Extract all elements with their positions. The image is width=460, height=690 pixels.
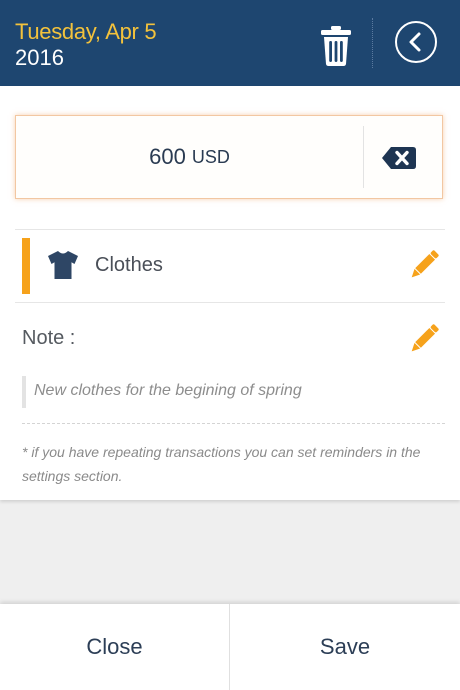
amount-value: 600 <box>149 144 186 169</box>
shirt-icon <box>46 249 80 281</box>
date-year: 2016 <box>15 45 64 70</box>
divider <box>15 302 445 303</box>
backspace-icon <box>382 147 416 169</box>
back-button[interactable] <box>395 21 437 63</box>
pencil-icon <box>411 324 439 352</box>
divider <box>15 229 445 230</box>
header-divider <box>372 18 373 68</box>
trash-icon <box>321 26 351 66</box>
header-bar: Tuesday, Apr 5 2016 <box>0 0 460 86</box>
amount-display: 600 USD <box>16 116 363 198</box>
note-text: New clothes for the begining of spring <box>34 382 302 399</box>
delete-button[interactable] <box>316 22 356 68</box>
category-color-bar <box>22 238 30 294</box>
edit-note-button[interactable] <box>406 323 440 357</box>
amount-divider <box>363 126 364 188</box>
reminder-hint: * if you have repeating transactions you… <box>22 444 421 484</box>
category-label: Clothes <box>95 254 163 276</box>
footer-bar: Close Save <box>0 604 460 690</box>
chevron-left-icon <box>409 32 421 52</box>
edit-category-button[interactable] <box>406 249 440 283</box>
save-button[interactable]: Save <box>230 604 460 690</box>
pencil-icon <box>411 250 439 278</box>
dashed-divider <box>22 423 445 424</box>
amount-currency: USD <box>191 146 230 167</box>
note-quote-bar <box>22 376 26 408</box>
note-label: Note : <box>22 327 76 349</box>
date-title: Tuesday, Apr 5 <box>15 19 157 44</box>
backspace-button[interactable] <box>378 140 418 176</box>
amount-field[interactable]: 600 USD <box>15 115 443 199</box>
close-button[interactable]: Close <box>0 604 229 690</box>
